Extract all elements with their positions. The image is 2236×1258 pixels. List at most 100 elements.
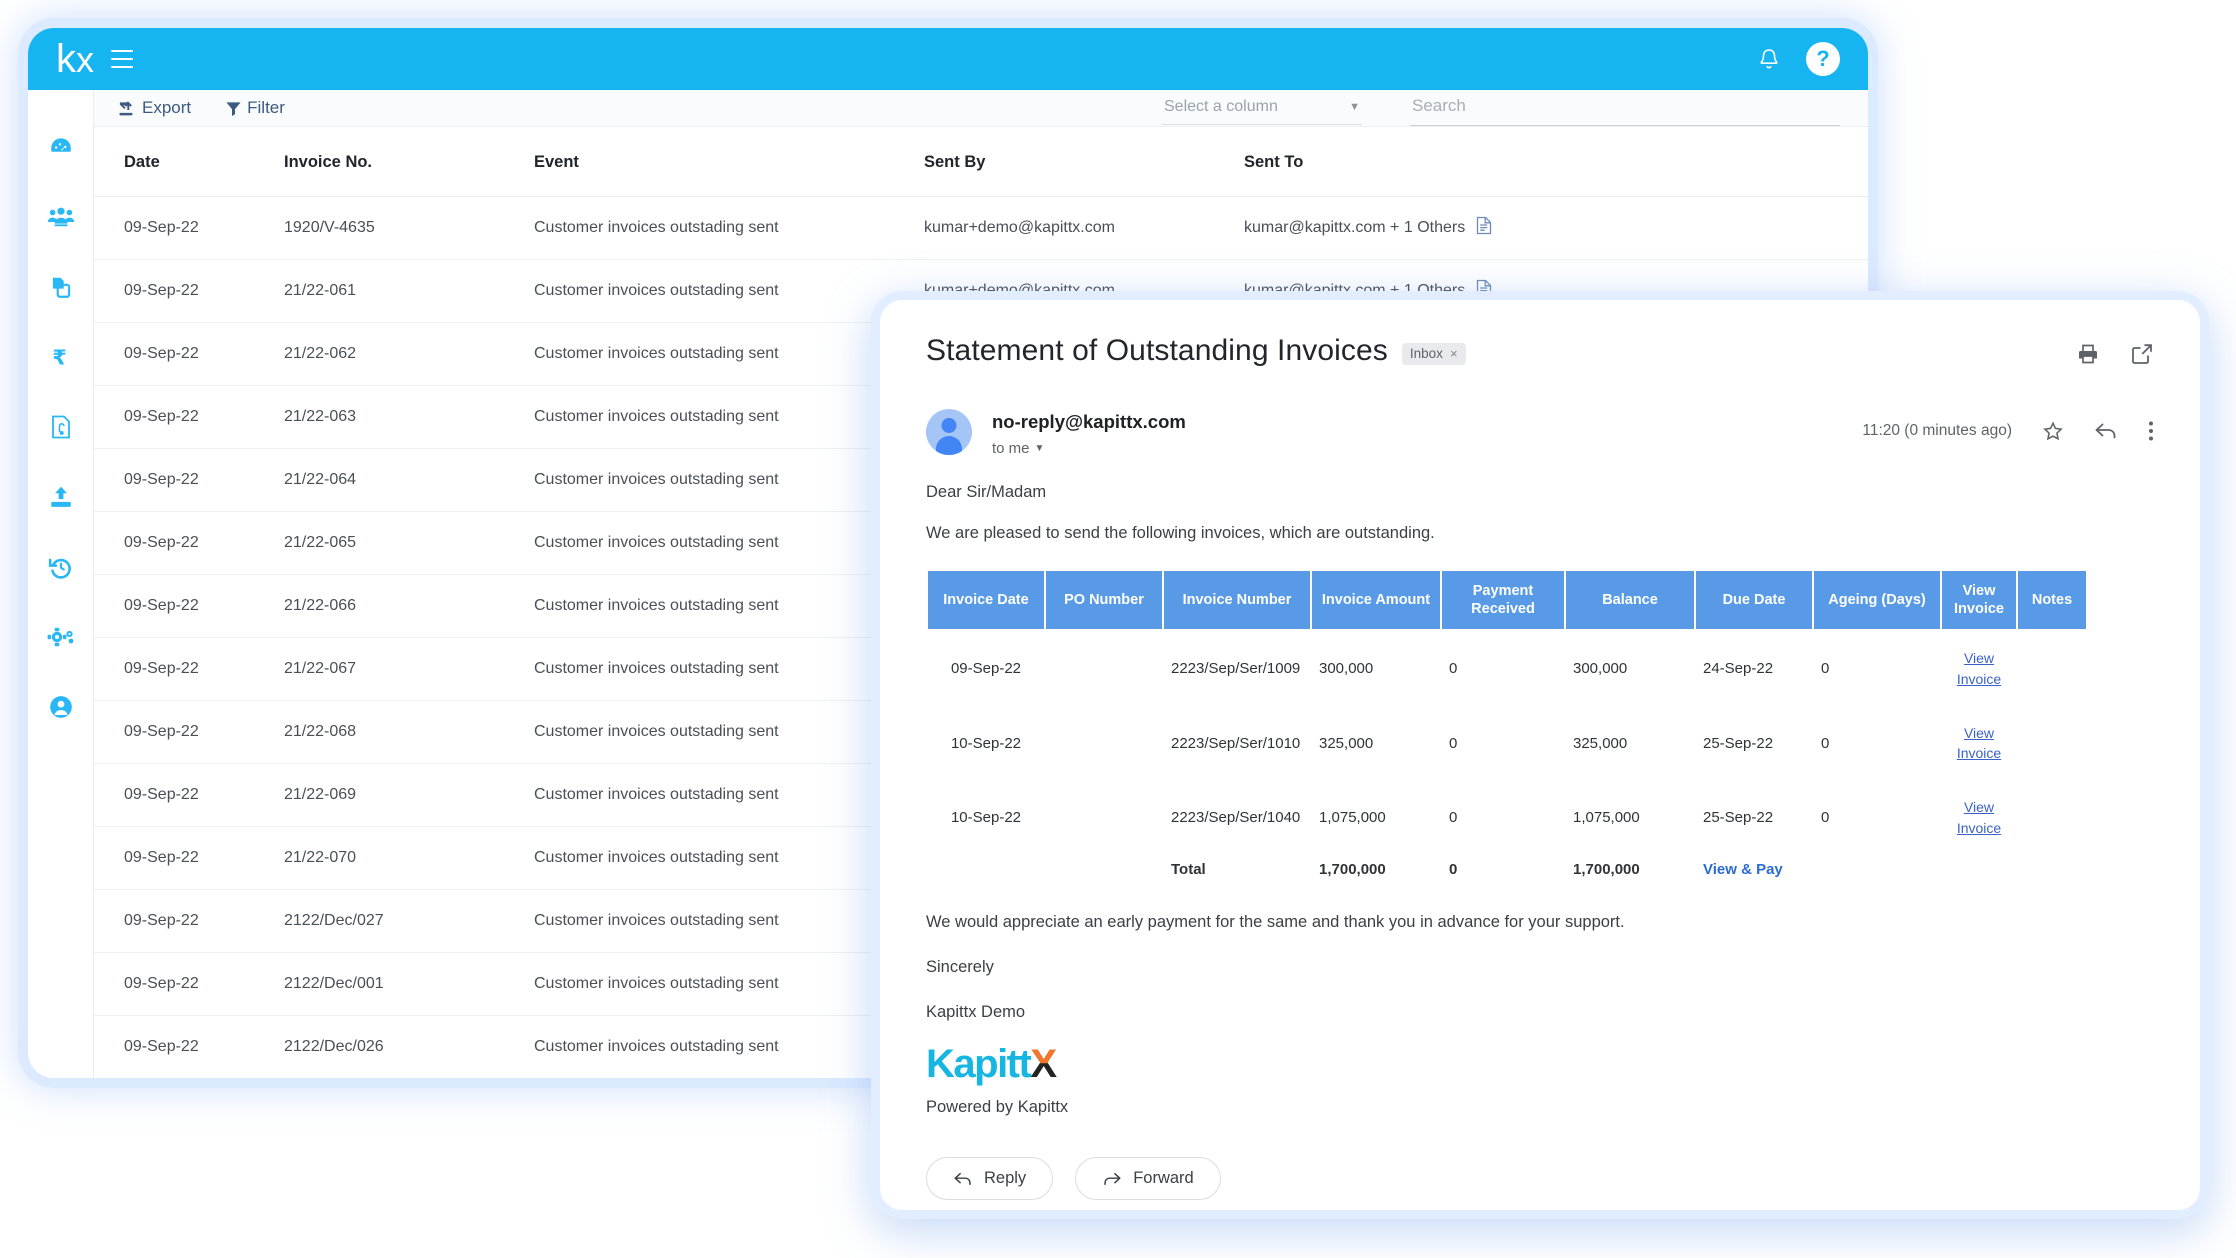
sidebar-item-settings[interactable] bbox=[40, 616, 82, 658]
attachment-document-icon[interactable] bbox=[1475, 216, 1493, 240]
export-button[interactable]: Export bbox=[118, 98, 191, 118]
close-icon[interactable]: × bbox=[1450, 346, 1458, 361]
cell-event: Customer invoices outstading sent bbox=[524, 448, 914, 512]
app-logo[interactable]: kx bbox=[56, 39, 94, 80]
reply-button[interactable]: Reply bbox=[926, 1157, 1054, 1201]
cell-view-invoice[interactable]: View Invoice bbox=[1941, 780, 2017, 855]
open-in-new-icon[interactable] bbox=[2130, 342, 2154, 371]
cell-total-label: Total bbox=[1171, 861, 1206, 879]
search-input[interactable]: Search bbox=[1410, 90, 1840, 126]
sidebar: ₹ bbox=[28, 90, 94, 1078]
column-header-sent-to[interactable]: Sent To bbox=[1234, 127, 1868, 197]
select-column-dropdown[interactable]: Select a column ▼ bbox=[1162, 92, 1362, 125]
cell-invoice-no: 21/22-062 bbox=[274, 322, 524, 386]
invoice-total-row: Total 1,700,000 0 1,700,000 View & Pay bbox=[927, 855, 2087, 895]
filter-button[interactable]: Filter bbox=[225, 98, 285, 118]
email-panel: Statement of Outstanding Invoices Inbox … bbox=[880, 300, 2200, 1210]
cell-invoice-date: 09-Sep-22 bbox=[950, 660, 1022, 678]
cell-date: 09-Sep-22 bbox=[94, 259, 274, 323]
cell-due-date: 25-Sep-22 bbox=[1703, 734, 1774, 752]
cell-view-invoice[interactable]: View Invoice bbox=[1941, 706, 2017, 781]
inbox-label-chip[interactable]: Inbox × bbox=[1401, 343, 1466, 365]
cell-total-invoice-amount: 1,700,000 bbox=[1319, 861, 1386, 879]
cell-payment-received: 0 bbox=[1449, 809, 1458, 827]
notifications-bell-icon[interactable] bbox=[1758, 47, 1780, 71]
sidebar-item-dashboard[interactable] bbox=[40, 126, 82, 168]
invoice-column-header-4: Payment Received bbox=[1440, 568, 1566, 632]
logo-letter-x: x bbox=[76, 39, 94, 80]
view-invoice-link[interactable]: View Invoice bbox=[1949, 723, 2009, 764]
email-greeting: Dear Sir/Madam bbox=[926, 483, 1047, 501]
column-header-event[interactable]: Event bbox=[524, 127, 914, 197]
sidebar-item-reports[interactable] bbox=[40, 406, 82, 448]
view-invoice-link[interactable]: View Invoice bbox=[1949, 648, 2009, 689]
cell-date: 09-Sep-22 bbox=[94, 196, 274, 260]
cell-event: Customer invoices outstading sent bbox=[524, 259, 914, 323]
chevron-down-icon: ▼ bbox=[1349, 100, 1360, 113]
cell-invoice-date: 10-Sep-22 bbox=[950, 734, 1022, 752]
cell-date: 09-Sep-22 bbox=[94, 448, 274, 512]
cell-invoice-no: 21/22-068 bbox=[274, 700, 524, 764]
hamburger-menu-icon[interactable] bbox=[111, 50, 133, 68]
chevron-down-icon: ▼ bbox=[1034, 443, 1045, 454]
column-header-sent-by[interactable]: Sent By bbox=[914, 127, 1234, 197]
cell-po-number bbox=[1045, 706, 1163, 781]
message-meta: 11:20 (0 minutes ago) bbox=[1862, 409, 2154, 443]
reply-button-label: Reply bbox=[984, 1169, 1027, 1188]
cell-invoice-no: 21/22-067 bbox=[274, 637, 524, 701]
cell-notes bbox=[2017, 780, 2087, 855]
invoice-column-header-2: Invoice Number bbox=[1162, 568, 1312, 632]
email-action-buttons: Reply Forward bbox=[926, 1157, 2154, 1201]
table-header-row: Date Invoice No. Event Sent By Sent To bbox=[94, 127, 1868, 197]
kapittx-logo-part1: Kapitt bbox=[926, 1042, 1032, 1087]
print-icon[interactable] bbox=[2076, 342, 2100, 371]
sidebar-item-customers[interactable] bbox=[40, 196, 82, 238]
cell-total-spacer-1 bbox=[927, 855, 1045, 895]
export-label: Export bbox=[142, 98, 192, 117]
cell-event: Customer invoices outstading sent bbox=[524, 511, 914, 575]
sidebar-item-payments[interactable]: ₹ bbox=[40, 336, 82, 378]
recipient-row[interactable]: to me ▼ bbox=[992, 440, 1186, 457]
cell-invoice-amount: 300,000 bbox=[1319, 660, 1374, 678]
cell-event: Customer invoices outstading sent bbox=[524, 700, 914, 764]
invoice-row: 10-Sep-22 2223/Sep/Ser/1040 1,075,000 0 1,07… bbox=[927, 780, 2087, 855]
sender-email[interactable]: no-reply@kapittx.com bbox=[992, 411, 1186, 433]
cell-invoice-date: 10-Sep-22 bbox=[950, 809, 1022, 827]
cell-event: Customer invoices outstading sent bbox=[524, 322, 914, 386]
reply-icon[interactable] bbox=[2094, 420, 2118, 442]
invoice-table-body: 09-Sep-22 2223/Sep/Ser/1009 300,000 0 300,00… bbox=[927, 630, 2087, 895]
cell-invoice-no: 2122/Dec/027 bbox=[274, 889, 524, 953]
view-and-pay-link[interactable]: View & Pay bbox=[1703, 861, 1783, 878]
cell-invoice-number: 2223/Sep/Ser/1009 bbox=[1171, 660, 1301, 678]
sidebar-item-history[interactable] bbox=[40, 546, 82, 588]
cell-payment-received: 0 bbox=[1449, 734, 1458, 752]
more-vertical-icon[interactable] bbox=[2148, 419, 2154, 443]
screen-root: kx ? ₹ Export Filter Select a column ▼ S… bbox=[0, 0, 2236, 1258]
table-row[interactable]: 09-Sep-22 1920/V-4635 Customer invoices ou… bbox=[94, 196, 1868, 260]
column-header-date[interactable]: Date bbox=[94, 127, 274, 197]
cell-payment-received: 0 bbox=[1449, 660, 1458, 678]
invoice-column-header-5: Balance bbox=[1564, 568, 1696, 632]
powered-by-text: Powered by Kapittx bbox=[926, 1098, 1069, 1117]
help-icon[interactable]: ? bbox=[1806, 42, 1840, 76]
sidebar-item-upload[interactable] bbox=[40, 476, 82, 518]
star-icon[interactable] bbox=[2042, 420, 2064, 442]
cell-invoice-number: 2223/Sep/Ser/1010 bbox=[1171, 734, 1301, 752]
invoice-column-header-7: Ageing (Days) bbox=[1812, 568, 1942, 632]
cell-date: 09-Sep-22 bbox=[94, 511, 274, 575]
cell-event: Customer invoices outstading sent bbox=[524, 637, 914, 701]
sidebar-item-profile[interactable] bbox=[40, 686, 82, 728]
sidebar-item-documents[interactable] bbox=[40, 266, 82, 308]
cell-date: 09-Sep-22 bbox=[94, 322, 274, 386]
invoice-table-head: Invoice Date PO Number Invoice Number Invoi… bbox=[926, 568, 2088, 632]
email-signature-name: Kapittx Demo bbox=[926, 1003, 1026, 1022]
cell-view-invoice[interactable]: View Invoice bbox=[1941, 630, 2017, 706]
column-header-invoice-no[interactable]: Invoice No. bbox=[274, 127, 524, 197]
cell-view-and-pay[interactable]: View & Pay bbox=[1695, 855, 1813, 895]
forward-button[interactable]: Forward bbox=[1075, 1157, 1221, 1201]
cell-invoice-no: 21/22-063 bbox=[274, 385, 524, 449]
cell-event: Customer invoices outstading sent bbox=[524, 889, 914, 953]
filter-label: Filter bbox=[247, 98, 285, 117]
view-invoice-link[interactable]: View Invoice bbox=[1949, 797, 2009, 838]
inbox-label-text: Inbox bbox=[1409, 346, 1443, 361]
